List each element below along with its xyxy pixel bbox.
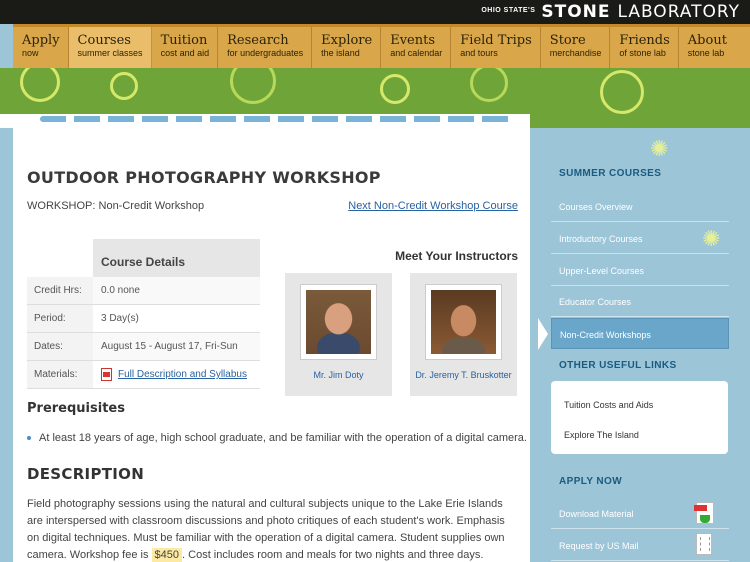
next-workshop-link[interactable]: Next Non-Credit Workshop Course [348, 200, 518, 212]
row-key: Dates: [27, 333, 93, 360]
apply-now-title: APPLY NOW [559, 476, 623, 487]
instructor-name[interactable]: Dr. Jeremy T. Bruskotter [410, 370, 517, 380]
instructor-card[interactable]: Dr. Jeremy T. Bruskotter [410, 273, 517, 396]
row-key: Period: [27, 305, 93, 332]
sidebar-item-courses-overview[interactable]: Courses Overview [551, 191, 729, 222]
row-key: Credit Hrs: [27, 277, 93, 304]
summer-courses-title: SUMMER COURSES [559, 168, 662, 179]
swirl-decoration [20, 68, 60, 102]
table-row: Materials: Full Description and Syllabus [27, 361, 260, 389]
prerequisite-item: At least 18 years of age, high school gr… [27, 432, 527, 444]
brand-prefix: OHIO STATE'S [481, 6, 536, 14]
main-content: OUTDOOR PHOTOGRAPHY WORKSHOP WORKSHOP: N… [13, 128, 530, 562]
description-text: Field photography sessions using the nat… [27, 498, 505, 562]
flower-decoration: ✺ [650, 136, 669, 161]
instructor-photo [306, 290, 371, 354]
row-value: 0.0 none [93, 277, 260, 304]
instructor-name[interactable]: Mr. Jim Doty [285, 370, 392, 380]
sidebar: ✺ ✺ SUMMER COURSES Courses Overview Intr… [530, 128, 750, 562]
prerequisite-text: At least 18 years of age, high school gr… [39, 432, 527, 444]
instructor-photo-frame [300, 284, 377, 360]
dashed-divider [40, 116, 510, 122]
link-tuition-costs[interactable]: Tuition Costs and Aids [551, 394, 728, 424]
swirl-decoration [110, 72, 138, 100]
table-row: Period: 3 Day(s) [27, 305, 260, 333]
row-value: Full Description and Syllabus [93, 361, 260, 388]
sidebar-item-non-credit[interactable]: Non-Credit Workshops [551, 318, 729, 349]
row-key: Materials: [27, 361, 93, 388]
swirl-decoration [600, 70, 644, 114]
mail-icon[interactable] [696, 533, 712, 555]
instructors-heading: Meet Your Instructors [395, 249, 518, 263]
nav-apply[interactable]: Apply now [13, 27, 69, 68]
nav-store[interactable]: Store merchandise [541, 27, 611, 68]
brand-logo[interactable]: OHIO STATE'S STONE LABORATORY [481, 0, 740, 24]
nav-tuition[interactable]: Tuition cost and aid [152, 27, 219, 68]
row-value: 3 Day(s) [93, 305, 260, 332]
nav-explore[interactable]: Explore the island [312, 27, 382, 68]
swirl-decoration [470, 68, 508, 102]
sidebar-item-introductory[interactable]: Introductory Courses [551, 223, 729, 254]
sidebar-item-upper-level[interactable]: Upper-Level Courses [551, 255, 729, 286]
syllabus-link[interactable]: Full Description and Syllabus [118, 369, 247, 380]
fee-highlight: $450 [151, 548, 183, 562]
instructor-photo-frame [425, 284, 502, 360]
instructor-photo [431, 290, 496, 354]
workshop-type: WORKSHOP: Non-Credit Workshop [27, 200, 205, 212]
table-row: Dates: August 15 - August 17, Fri-Sun [27, 333, 260, 361]
swirl-decoration [230, 68, 276, 104]
pdf-download-icon[interactable] [694, 502, 714, 524]
instructor-card[interactable]: Mr. Jim Doty [285, 273, 392, 396]
useful-links-title: OTHER USEFUL LINKS [559, 360, 677, 371]
nav-research[interactable]: Research for undergraduates [218, 27, 313, 68]
active-indicator-arrow [538, 318, 548, 350]
decorative-banner [0, 68, 750, 128]
nav-field-trips[interactable]: Field Trips and tours [451, 27, 541, 68]
brand-name: STONE LABORATORY [541, 2, 740, 22]
sidebar-item-educator[interactable]: Educator Courses [551, 286, 729, 317]
course-details-header: Course Details [93, 239, 260, 277]
bullet-icon [27, 436, 31, 440]
useful-links-box: Tuition Costs and Aids Explore The Islan… [551, 381, 728, 454]
prerequisites-heading: Prerequisites [27, 401, 125, 416]
main-nav: Apply now Courses summer classes Tuition co… [13, 24, 750, 68]
nav-friends[interactable]: Friends of stone lab [610, 27, 679, 68]
top-bar: OHIO STATE'S STONE LABORATORY [0, 0, 750, 24]
nav-about[interactable]: About stone lab [679, 27, 735, 68]
page-title: OUTDOOR PHOTOGRAPHY WORKSHOP [27, 168, 381, 187]
row-value: August 15 - August 17, Fri-Sun [93, 333, 260, 360]
pdf-icon [101, 368, 112, 381]
nav-courses[interactable]: Courses summer classes [68, 27, 152, 68]
table-row: Credit Hrs: 0.0 none [27, 277, 260, 305]
course-details-table: Course Details Credit Hrs: 0.0 none Peri… [27, 239, 260, 389]
swirl-decoration [380, 74, 410, 104]
description-heading: DESCRIPTION [27, 465, 145, 483]
nav-events[interactable]: Events and calendar [381, 27, 452, 68]
link-explore-island[interactable]: Explore The Island [551, 424, 728, 454]
